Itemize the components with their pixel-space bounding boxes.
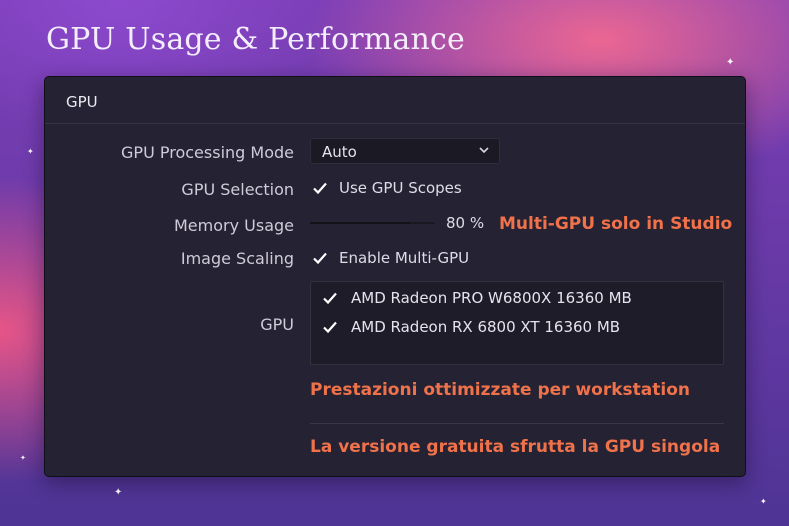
checkmark-icon: [323, 292, 337, 305]
divider: [310, 423, 724, 424]
processing-mode-label: GPU Processing Mode: [121, 143, 294, 162]
gpu-selection-label: GPU Selection: [181, 180, 294, 199]
processing-mode-value: Auto: [322, 143, 357, 161]
panel-header: GPU: [45, 77, 745, 124]
processing-mode-dropdown[interactable]: Auto: [310, 138, 500, 164]
gpu-list: AMD Radeon PRO W6800X 16360 MB AMD Radeo…: [310, 281, 724, 365]
gpu-settings-panel: GPU GPU Processing Mode Auto GPU Selecti…: [44, 76, 746, 477]
free-version-gpu-note: La versione gratuita sfrutta la GPU sing…: [310, 437, 721, 457]
enable-multi-gpu-label: Enable Multi-GPU: [339, 249, 470, 267]
checkmark-icon: [323, 321, 337, 334]
image-scaling-label: Image Scaling: [180, 249, 294, 268]
memory-usage-slider[interactable]: [310, 222, 435, 224]
sparkle-icon: ✦: [114, 487, 123, 498]
gpu-item-rx6800xt[interactable]: AMD Radeon RX 6800 XT 16360 MB: [321, 318, 620, 336]
enable-multi-gpu-checkbox[interactable]: Enable Multi-GPU: [311, 249, 469, 267]
panel-title: GPU: [66, 93, 98, 111]
memory-usage-slider-fill: [310, 222, 410, 224]
use-gpu-scopes-label: Use GPU Scopes: [339, 179, 462, 197]
chevron-down-icon: [479, 147, 489, 154]
gpu-item-name: AMD Radeon RX 6800 XT 16360 MB: [351, 318, 621, 336]
gpu-item-name: AMD Radeon PRO W6800X 16360 MB: [351, 289, 632, 307]
gpu-list-label: GPU: [260, 315, 294, 334]
sparkle-icon: ✦: [726, 57, 735, 68]
sparkle-icon: ✦: [27, 147, 34, 156]
page-title: GPU Usage & Performance: [46, 22, 465, 57]
checkmark-icon: [313, 182, 327, 195]
memory-usage-label: Memory Usage: [173, 216, 294, 235]
sparkle-icon: ✦: [20, 454, 26, 462]
sparkle-icon: ✦: [760, 497, 767, 506]
memory-usage-value: 80 %: [446, 214, 485, 232]
workstation-performance-note: Prestazioni ottimizzate per workstation: [310, 380, 691, 400]
use-gpu-scopes-checkbox[interactable]: Use GPU Scopes: [311, 179, 462, 197]
multi-gpu-studio-note: Multi-GPU solo in Studio: [499, 214, 733, 234]
checkmark-icon: [313, 252, 327, 265]
gpu-item-w6800x[interactable]: AMD Radeon PRO W6800X 16360 MB: [321, 289, 632, 307]
